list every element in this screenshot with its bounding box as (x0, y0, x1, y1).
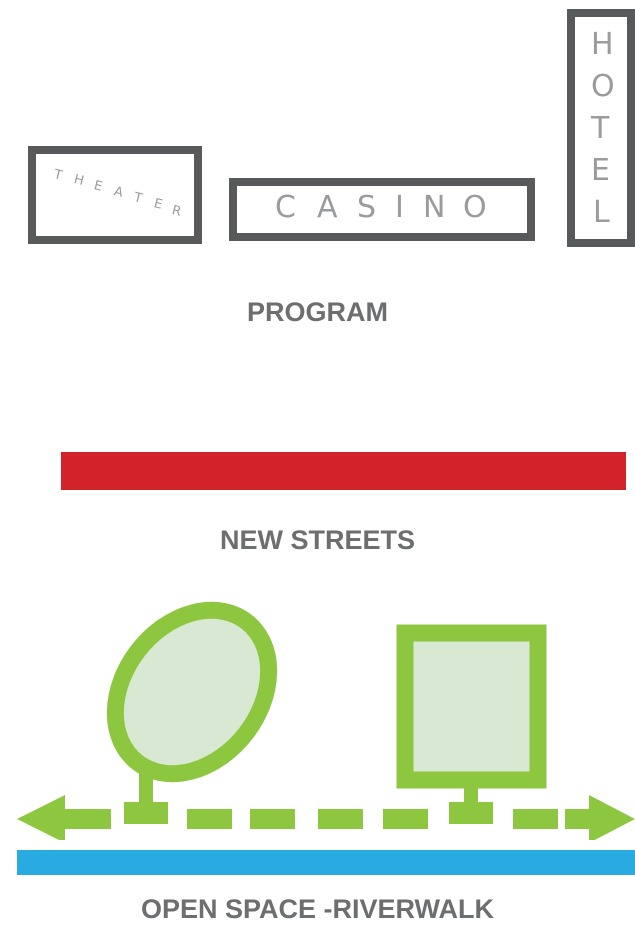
new-streets-caption: NEW STREETS (219, 525, 415, 555)
riverwalk-arrow-icon (17, 795, 635, 840)
box-letter: H (591, 27, 614, 62)
box-letter: S (357, 190, 377, 225)
program-caption: PROGRAM (247, 297, 388, 327)
river-bar (17, 850, 635, 875)
box-letter: E (152, 196, 164, 213)
box-letter: A (112, 184, 125, 201)
theater-box: THEATER (28, 146, 202, 244)
box-letter: E (92, 178, 104, 195)
hotel-box: HOTEL (567, 9, 635, 247)
box-letter: C (275, 190, 296, 225)
box-letter: L (593, 195, 610, 230)
box-letter: O (463, 190, 487, 225)
square-tree-icon (396, 624, 547, 824)
open-space-diagram (17, 601, 635, 840)
box-letter: R (170, 203, 183, 220)
box-letter: H (72, 172, 86, 189)
box-letter: N (423, 190, 446, 225)
box-letter: T (132, 190, 144, 207)
box-letter: I (395, 190, 404, 225)
box-letter: T (52, 167, 64, 184)
casino-box: CASINO (229, 178, 535, 241)
box-letter: E (591, 153, 610, 188)
oval-tree-icon (106, 601, 278, 824)
box-letter: O (591, 69, 615, 104)
open-space-caption: OPEN SPACE -RIVERWALK (140, 894, 495, 924)
box-letter: A (317, 190, 338, 225)
new-streets-bar (61, 452, 626, 490)
box-letter: T (591, 111, 610, 146)
